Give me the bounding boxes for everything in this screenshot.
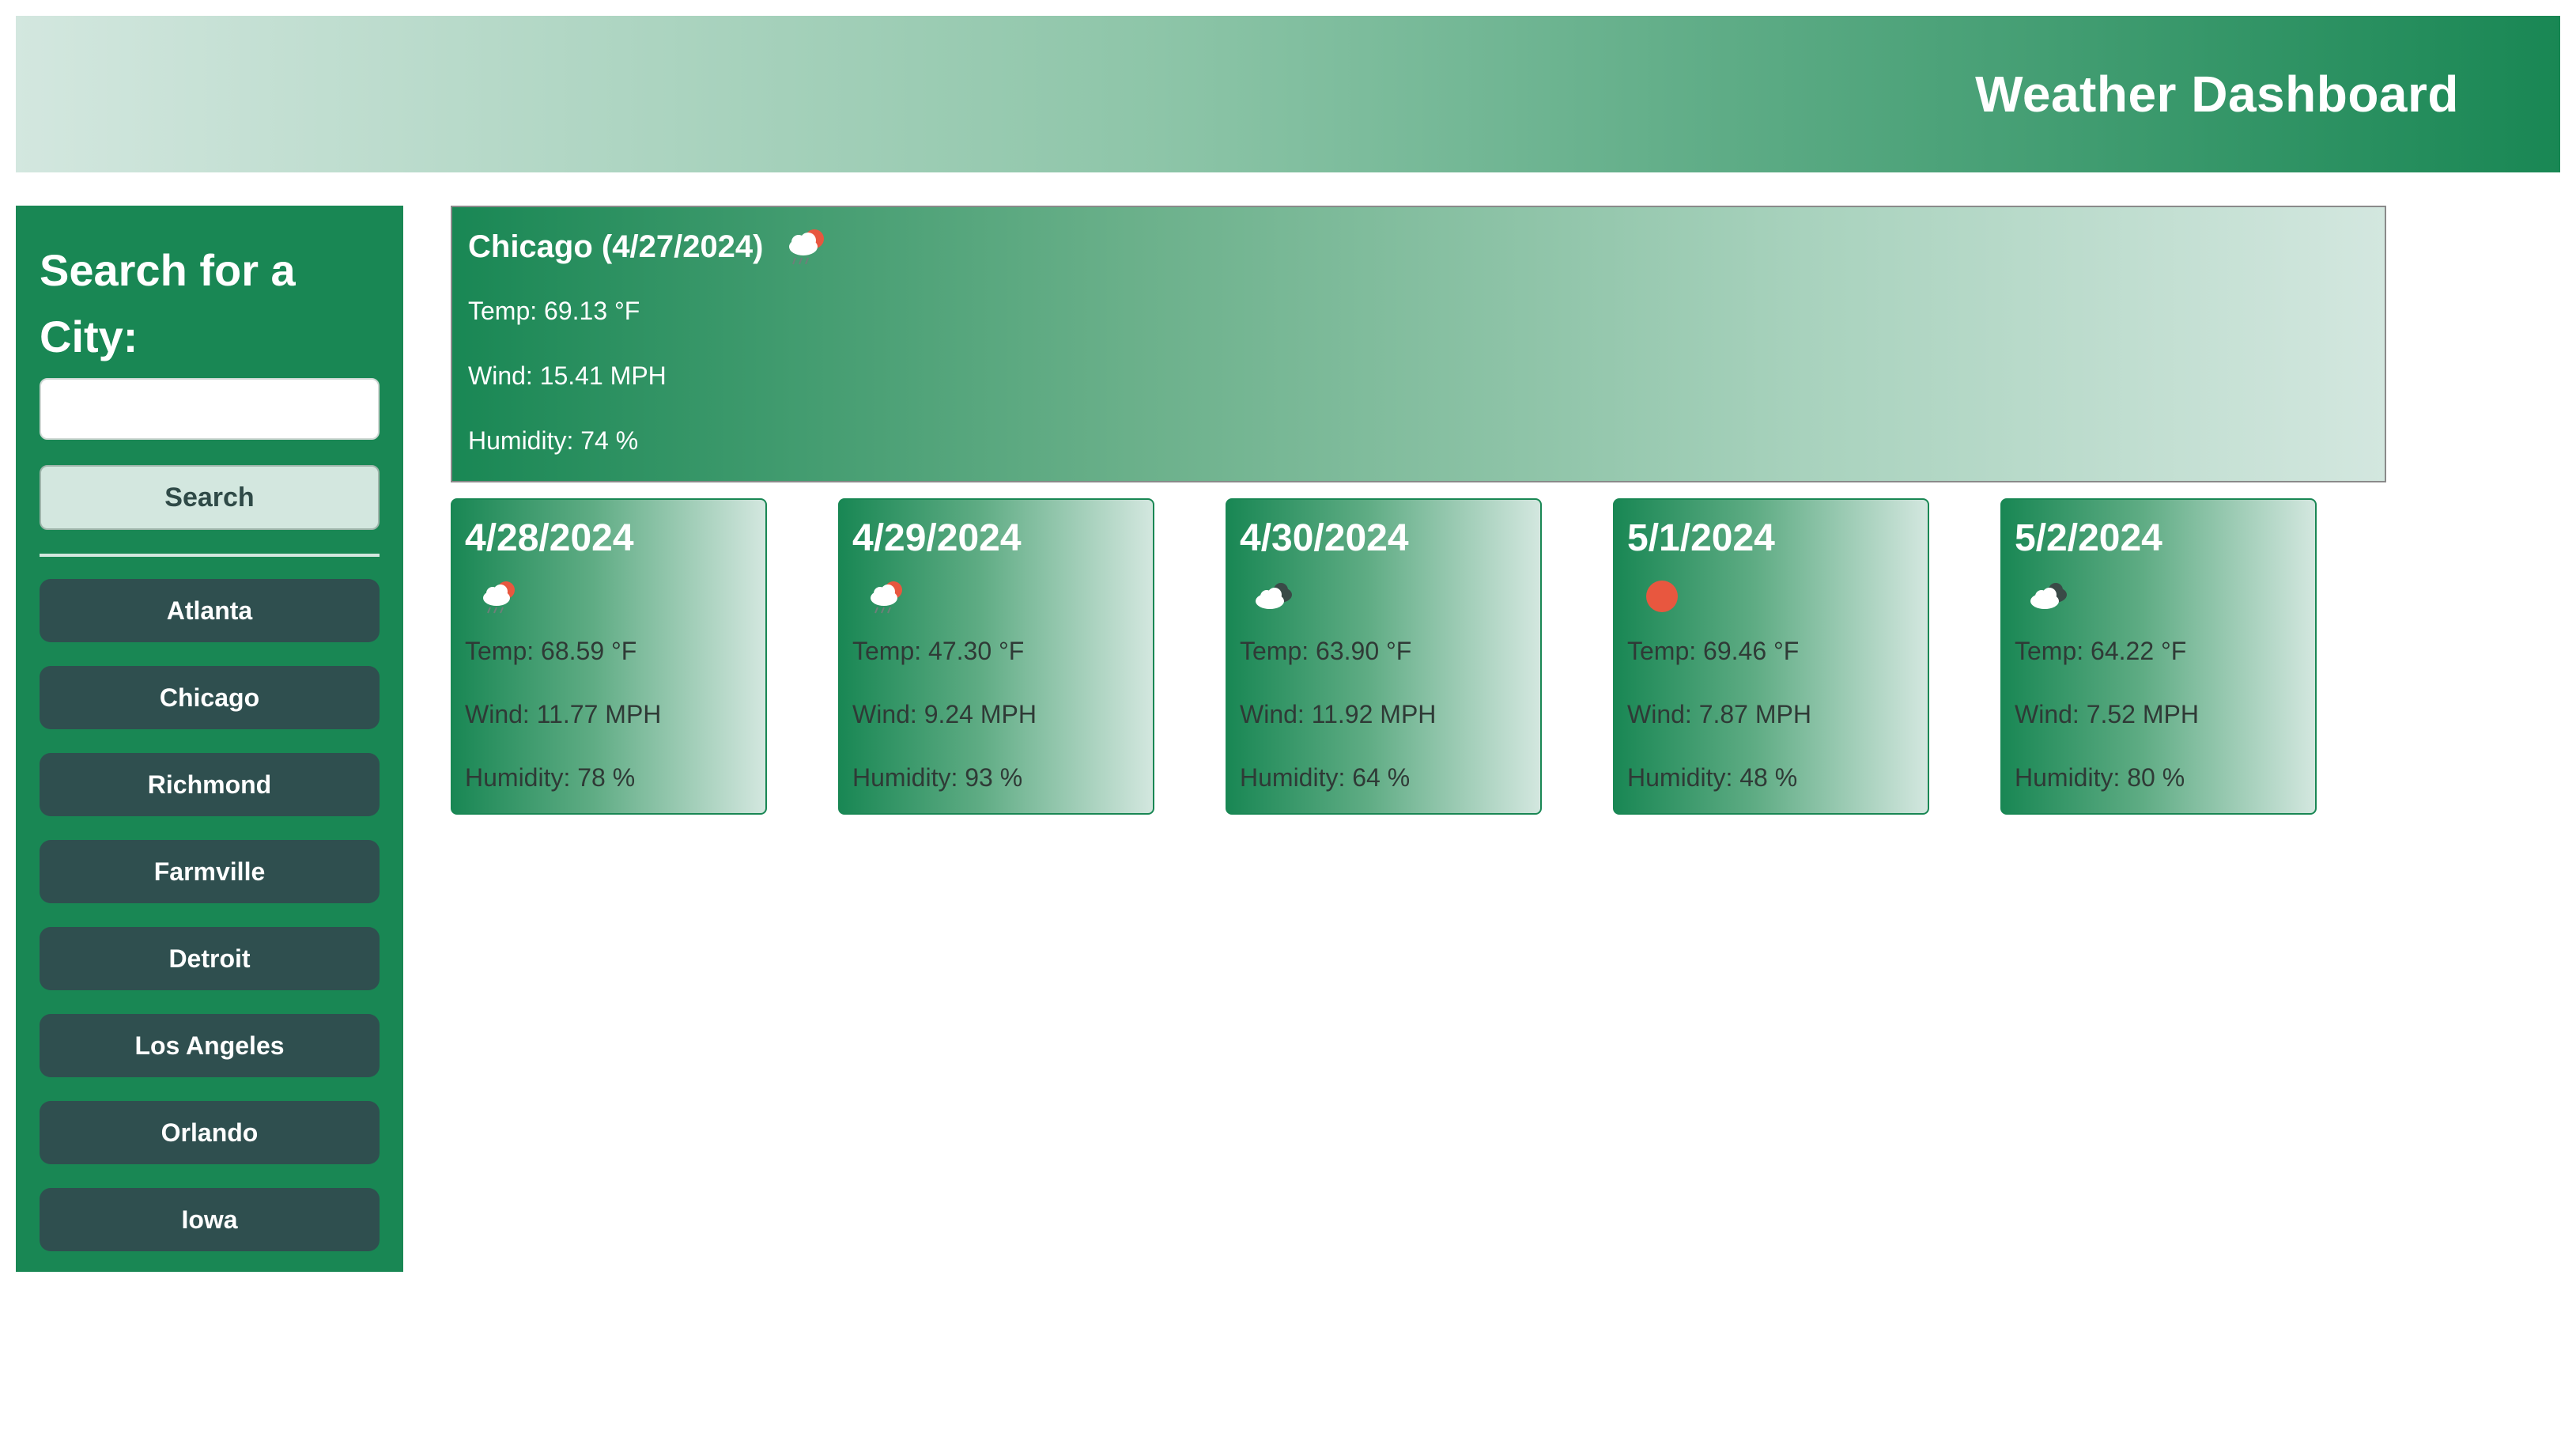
forecast-card: 4/30/2024 Temp: 63.90 °F Wind: 11.92 MPH… [1226,498,1542,815]
forecast-temp: Temp: 64.22 °F [2015,637,2187,665]
history-button-orlando[interactable]: Orlando [40,1101,380,1164]
forecast-date: 4/28/2024 [465,517,634,559]
forecast-temp: Temp: 63.90 °F [1240,637,1412,665]
forecast-temp: Temp: 69.46 °F [1627,637,1800,665]
sun-icon [1646,581,1678,612]
search-button[interactable]: Search [40,465,380,530]
search-history-list: Atlanta Chicago Richmond Farmville Detro… [40,579,380,1251]
current-humidity: Humidity: 74 % [468,426,639,455]
forecast-humidity: Humidity: 78 % [465,763,636,792]
current-temp: Temp: 69.13 °F [468,297,640,325]
forecast-date: 4/29/2024 [852,517,1022,559]
history-button-atlanta[interactable]: Atlanta [40,579,380,642]
forecast-card: 5/2/2024 Temp: 64.22 °F Wind: 7.52 MPH H… [2000,498,2317,815]
rain-cloud-sun-icon [483,581,515,614]
current-city-title: Chicago (4/27/2024) [468,229,764,264]
forecast-humidity: Humidity: 80 % [2015,763,2185,792]
current-wind: Wind: 15.41 MPH [468,361,667,390]
forecast-humidity: Humidity: 93 % [852,763,1023,792]
search-sidebar: Search for a City: Search Atlanta Chicag… [16,206,403,1272]
forecast-temp: Temp: 68.59 °F [465,637,637,665]
forecast-card: 4/28/2024 Temp: 68.59 °F Wind: 11.77 MPH… [451,498,767,815]
forecast-wind: Wind: 9.24 MPH [852,700,1037,728]
forecast-card: 4/29/2024 Temp: 47.30 °F Wind: 9.24 MPH … [838,498,1154,815]
forecast-wind: Wind: 11.77 MPH [465,700,662,728]
forecast-wind: Wind: 11.92 MPH [1240,700,1437,728]
forecast-date: 5/2/2024 [2015,517,2162,559]
history-button-richmond[interactable]: Richmond [40,753,380,816]
forecast-humidity: Humidity: 64 % [1240,763,1411,792]
sidebar-divider [40,554,380,557]
history-button-farmville[interactable]: Farmville [40,840,380,903]
rain-cloud-sun-icon [871,581,902,614]
search-heading: Search for a City: [40,245,296,361]
rain-cloud-sun-icon [788,229,824,265]
forecast-date: 5/1/2024 [1627,517,1775,559]
broken-clouds-icon [2030,583,2067,609]
forecast-temp: Temp: 47.30 °F [852,637,1025,665]
history-button-los-angeles[interactable]: Los Angeles [40,1014,380,1077]
forecast-wind: Wind: 7.87 MPH [1627,700,1811,728]
broken-clouds-icon [1256,583,1292,609]
page-header: Weather Dashboard [16,16,2560,172]
city-search-input[interactable] [40,378,380,440]
current-weather-panel: Chicago (4/27/2024) Temp: 69.13 °F Wind:… [451,206,2386,482]
forecast-date: 4/30/2024 [1240,517,1409,559]
history-button-detroit[interactable]: Detroit [40,927,380,990]
forecast-card: 5/1/2024 Temp: 69.46 °F Wind: 7.87 MPH H… [1613,498,1929,815]
forecast-wind: Wind: 7.52 MPH [2015,700,2199,728]
history-button-chicago[interactable]: Chicago [40,666,380,729]
forecast-humidity: Humidity: 48 % [1627,763,1798,792]
page-title: Weather Dashboard [1975,66,2459,123]
history-button-iowa[interactable]: Iowa [40,1188,380,1251]
